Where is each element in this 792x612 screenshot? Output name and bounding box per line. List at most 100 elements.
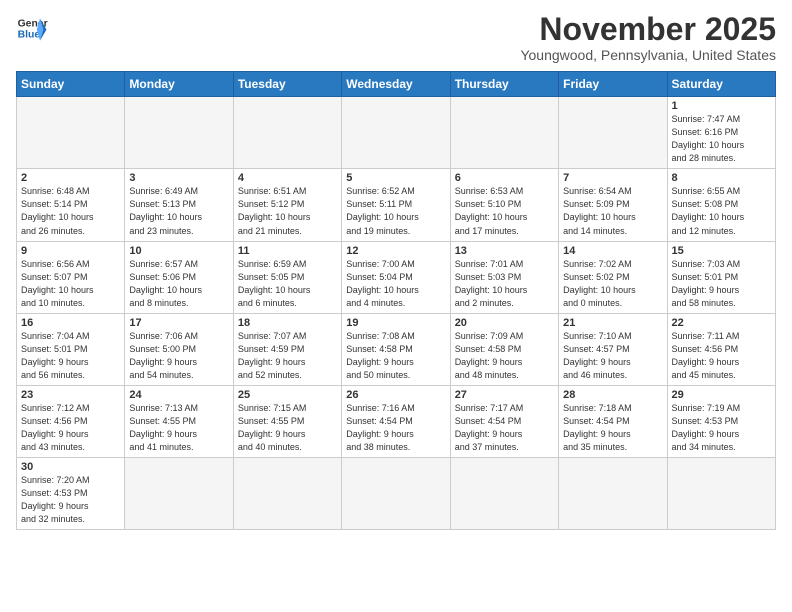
calendar-day-cell: 16Sunrise: 7:04 AM Sunset: 5:01 PM Dayli… (17, 313, 125, 385)
page: General Blue November 2025 Youngwood, Pe… (0, 0, 792, 538)
calendar-day-cell: 11Sunrise: 6:59 AM Sunset: 5:05 PM Dayli… (233, 241, 341, 313)
calendar-week-row: 9Sunrise: 6:56 AM Sunset: 5:07 PM Daylig… (17, 241, 776, 313)
calendar-day-cell: 22Sunrise: 7:11 AM Sunset: 4:56 PM Dayli… (667, 313, 775, 385)
calendar-day-cell (233, 97, 341, 169)
calendar-day-cell: 18Sunrise: 7:07 AM Sunset: 4:59 PM Dayli… (233, 313, 341, 385)
calendar-week-row: 23Sunrise: 7:12 AM Sunset: 4:56 PM Dayli… (17, 385, 776, 457)
calendar-day-cell: 20Sunrise: 7:09 AM Sunset: 4:58 PM Dayli… (450, 313, 558, 385)
day-number: 25 (238, 389, 337, 401)
day-info: Sunrise: 6:56 AM Sunset: 5:07 PM Dayligh… (21, 258, 120, 310)
day-of-week-header: Monday (125, 72, 233, 97)
day-number: 15 (672, 245, 771, 257)
day-number: 22 (672, 317, 771, 329)
day-number: 4 (238, 172, 337, 184)
day-number: 30 (21, 461, 120, 473)
calendar-day-cell (559, 97, 667, 169)
day-of-week-header: Saturday (667, 72, 775, 97)
calendar-week-row: 16Sunrise: 7:04 AM Sunset: 5:01 PM Dayli… (17, 313, 776, 385)
calendar-day-cell: 19Sunrise: 7:08 AM Sunset: 4:58 PM Dayli… (342, 313, 450, 385)
day-number: 27 (455, 389, 554, 401)
day-number: 18 (238, 317, 337, 329)
calendar-day-cell: 24Sunrise: 7:13 AM Sunset: 4:55 PM Dayli… (125, 385, 233, 457)
day-number: 28 (563, 389, 662, 401)
day-info: Sunrise: 7:09 AM Sunset: 4:58 PM Dayligh… (455, 330, 554, 382)
calendar-day-cell: 30Sunrise: 7:20 AM Sunset: 4:53 PM Dayli… (17, 458, 125, 530)
day-number: 29 (672, 389, 771, 401)
calendar-week-row: 2Sunrise: 6:48 AM Sunset: 5:14 PM Daylig… (17, 169, 776, 241)
day-of-week-header: Friday (559, 72, 667, 97)
day-number: 17 (129, 317, 228, 329)
calendar-day-cell: 17Sunrise: 7:06 AM Sunset: 5:00 PM Dayli… (125, 313, 233, 385)
day-info: Sunrise: 6:55 AM Sunset: 5:08 PM Dayligh… (672, 185, 771, 237)
day-of-week-header: Thursday (450, 72, 558, 97)
calendar-day-cell: 10Sunrise: 6:57 AM Sunset: 5:06 PM Dayli… (125, 241, 233, 313)
day-info: Sunrise: 6:48 AM Sunset: 5:14 PM Dayligh… (21, 185, 120, 237)
logo: General Blue (16, 12, 48, 44)
day-info: Sunrise: 6:51 AM Sunset: 5:12 PM Dayligh… (238, 185, 337, 237)
day-of-week-header: Sunday (17, 72, 125, 97)
day-number: 11 (238, 245, 337, 257)
calendar-day-cell: 28Sunrise: 7:18 AM Sunset: 4:54 PM Dayli… (559, 385, 667, 457)
calendar-day-cell: 26Sunrise: 7:16 AM Sunset: 4:54 PM Dayli… (342, 385, 450, 457)
calendar-day-cell: 3Sunrise: 6:49 AM Sunset: 5:13 PM Daylig… (125, 169, 233, 241)
calendar-day-cell (342, 458, 450, 530)
calendar-day-cell (450, 458, 558, 530)
day-info: Sunrise: 6:53 AM Sunset: 5:10 PM Dayligh… (455, 185, 554, 237)
day-info: Sunrise: 7:16 AM Sunset: 4:54 PM Dayligh… (346, 402, 445, 454)
day-info: Sunrise: 6:54 AM Sunset: 5:09 PM Dayligh… (563, 185, 662, 237)
day-info: Sunrise: 7:18 AM Sunset: 4:54 PM Dayligh… (563, 402, 662, 454)
calendar-day-cell: 15Sunrise: 7:03 AM Sunset: 5:01 PM Dayli… (667, 241, 775, 313)
day-info: Sunrise: 7:00 AM Sunset: 5:04 PM Dayligh… (346, 258, 445, 310)
day-number: 14 (563, 245, 662, 257)
calendar-header-row: SundayMondayTuesdayWednesdayThursdayFrid… (17, 72, 776, 97)
day-info: Sunrise: 6:57 AM Sunset: 5:06 PM Dayligh… (129, 258, 228, 310)
calendar-day-cell: 4Sunrise: 6:51 AM Sunset: 5:12 PM Daylig… (233, 169, 341, 241)
day-number: 7 (563, 172, 662, 184)
day-info: Sunrise: 7:01 AM Sunset: 5:03 PM Dayligh… (455, 258, 554, 310)
calendar-day-cell: 29Sunrise: 7:19 AM Sunset: 4:53 PM Dayli… (667, 385, 775, 457)
day-number: 10 (129, 245, 228, 257)
calendar-day-cell (559, 458, 667, 530)
calendar-day-cell: 5Sunrise: 6:52 AM Sunset: 5:11 PM Daylig… (342, 169, 450, 241)
calendar-day-cell (667, 458, 775, 530)
day-number: 8 (672, 172, 771, 184)
day-info: Sunrise: 7:19 AM Sunset: 4:53 PM Dayligh… (672, 402, 771, 454)
calendar-day-cell: 27Sunrise: 7:17 AM Sunset: 4:54 PM Dayli… (450, 385, 558, 457)
day-info: Sunrise: 7:17 AM Sunset: 4:54 PM Dayligh… (455, 402, 554, 454)
day-number: 13 (455, 245, 554, 257)
calendar-day-cell: 9Sunrise: 6:56 AM Sunset: 5:07 PM Daylig… (17, 241, 125, 313)
day-info: Sunrise: 7:12 AM Sunset: 4:56 PM Dayligh… (21, 402, 120, 454)
day-info: Sunrise: 7:02 AM Sunset: 5:02 PM Dayligh… (563, 258, 662, 310)
calendar-week-row: 1Sunrise: 7:47 AM Sunset: 6:16 PM Daylig… (17, 97, 776, 169)
day-info: Sunrise: 7:07 AM Sunset: 4:59 PM Dayligh… (238, 330, 337, 382)
day-number: 20 (455, 317, 554, 329)
day-of-week-header: Wednesday (342, 72, 450, 97)
calendar-day-cell: 13Sunrise: 7:01 AM Sunset: 5:03 PM Dayli… (450, 241, 558, 313)
svg-text:Blue: Blue (18, 30, 41, 41)
calendar-day-cell: 12Sunrise: 7:00 AM Sunset: 5:04 PM Dayli… (342, 241, 450, 313)
day-info: Sunrise: 7:03 AM Sunset: 5:01 PM Dayligh… (672, 258, 771, 310)
day-number: 5 (346, 172, 445, 184)
logo-icon: General Blue (16, 12, 48, 44)
calendar-day-cell (17, 97, 125, 169)
day-info: Sunrise: 6:49 AM Sunset: 5:13 PM Dayligh… (129, 185, 228, 237)
day-info: Sunrise: 7:47 AM Sunset: 6:16 PM Dayligh… (672, 113, 771, 165)
day-info: Sunrise: 6:52 AM Sunset: 5:11 PM Dayligh… (346, 185, 445, 237)
day-info: Sunrise: 7:08 AM Sunset: 4:58 PM Dayligh… (346, 330, 445, 382)
calendar-day-cell (342, 97, 450, 169)
day-info: Sunrise: 7:13 AM Sunset: 4:55 PM Dayligh… (129, 402, 228, 454)
calendar-day-cell: 21Sunrise: 7:10 AM Sunset: 4:57 PM Dayli… (559, 313, 667, 385)
day-number: 19 (346, 317, 445, 329)
calendar-day-cell: 25Sunrise: 7:15 AM Sunset: 4:55 PM Dayli… (233, 385, 341, 457)
calendar-day-cell: 8Sunrise: 6:55 AM Sunset: 5:08 PM Daylig… (667, 169, 775, 241)
day-number: 6 (455, 172, 554, 184)
calendar-day-cell: 23Sunrise: 7:12 AM Sunset: 4:56 PM Dayli… (17, 385, 125, 457)
calendar-day-cell: 6Sunrise: 6:53 AM Sunset: 5:10 PM Daylig… (450, 169, 558, 241)
day-number: 12 (346, 245, 445, 257)
day-number: 16 (21, 317, 120, 329)
calendar-day-cell: 7Sunrise: 6:54 AM Sunset: 5:09 PM Daylig… (559, 169, 667, 241)
day-number: 24 (129, 389, 228, 401)
day-info: Sunrise: 7:04 AM Sunset: 5:01 PM Dayligh… (21, 330, 120, 382)
day-number: 23 (21, 389, 120, 401)
calendar-subtitle: Youngwood, Pennsylvania, United States (520, 47, 776, 63)
